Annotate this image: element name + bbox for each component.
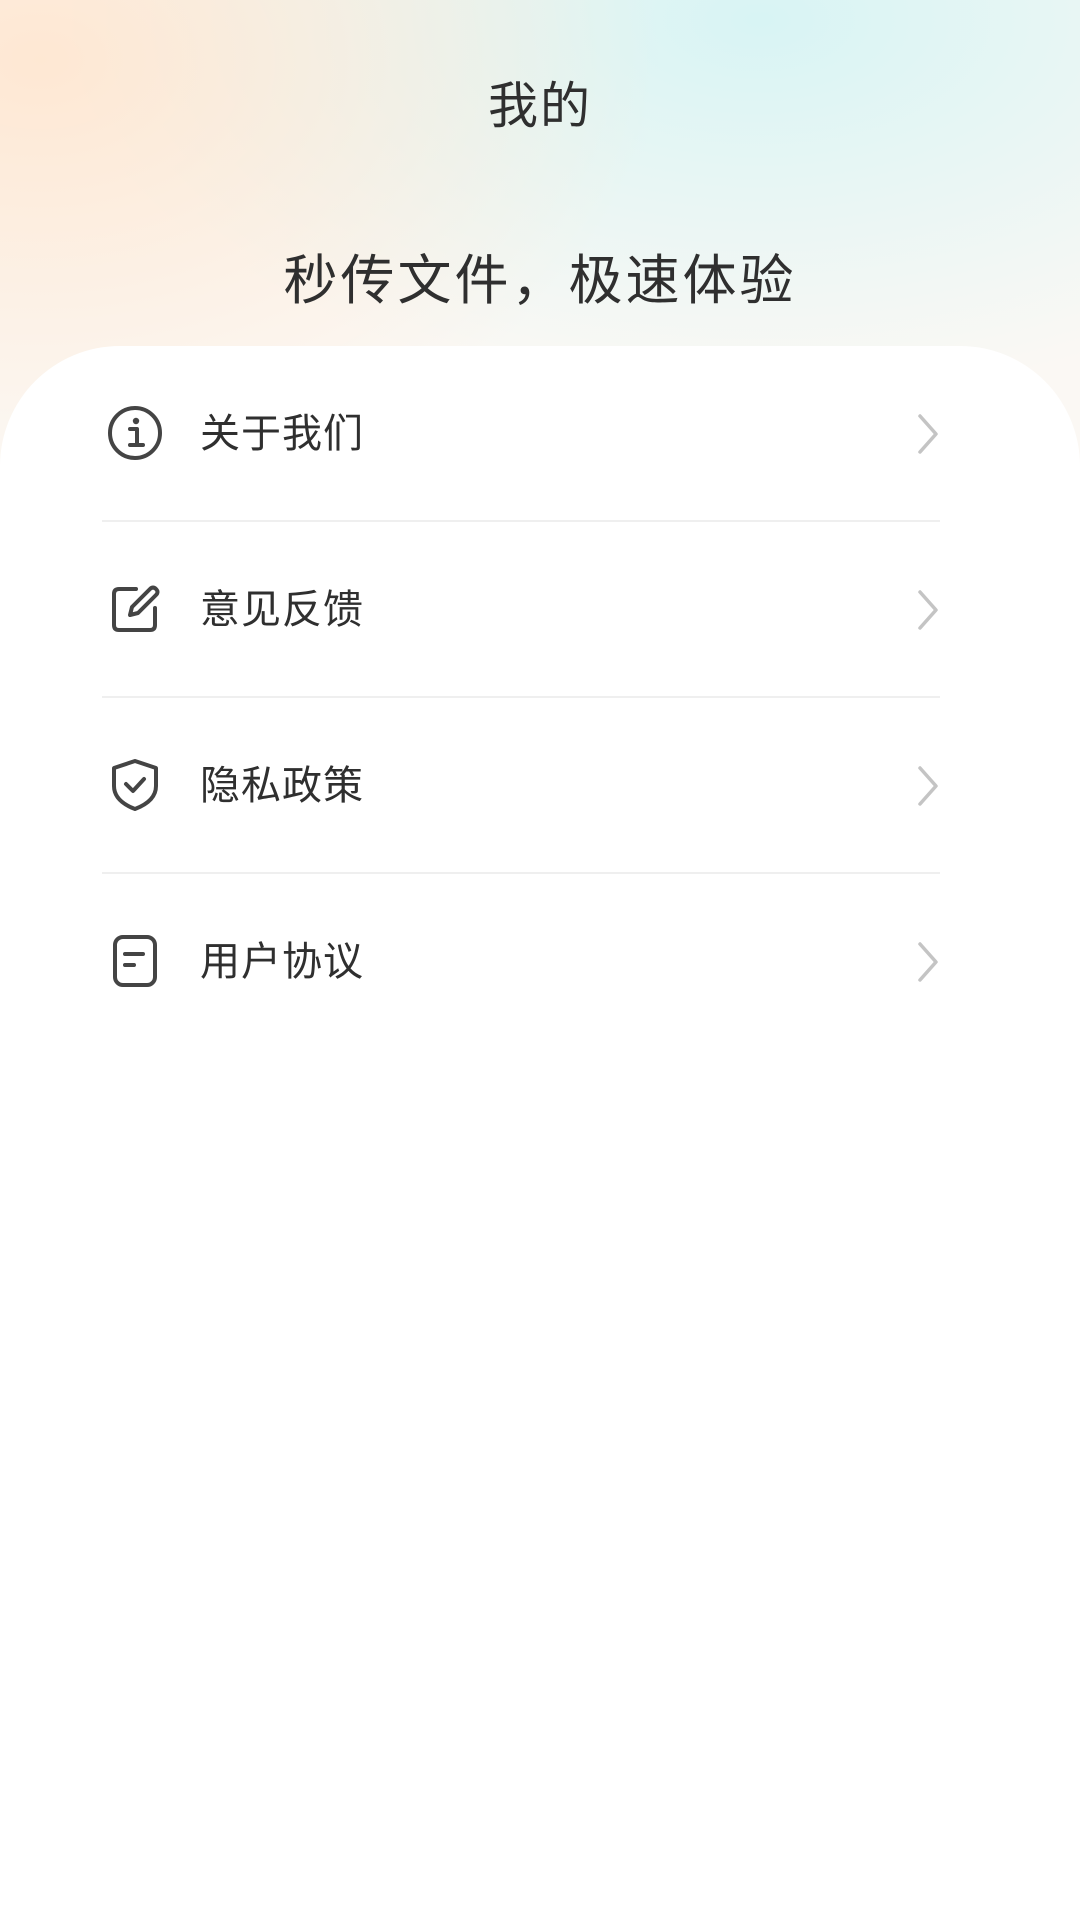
info-icon xyxy=(106,404,164,462)
menu-item-label: 意见反馈 xyxy=(200,587,364,633)
menu-item-about-us[interactable]: 关于我们 xyxy=(102,346,940,522)
shield-check-icon xyxy=(106,756,164,814)
document-icon xyxy=(106,932,164,990)
profile-screen: 我的 秒传文件，极速体验 关于我们 意见反馈 隐私政策 用户协议 xyxy=(0,0,1080,1920)
menu-item-privacy-policy[interactable]: 隐私政策 xyxy=(102,698,940,874)
menu-item-label: 隐私政策 xyxy=(200,763,364,809)
chevron-right-icon xyxy=(916,940,940,984)
menu-item-label: 关于我们 xyxy=(200,411,364,457)
menu-item-user-agreement[interactable]: 用户协议 xyxy=(102,874,940,1050)
edit-icon xyxy=(106,580,164,638)
menu-card: 关于我们 意见反馈 隐私政策 用户协议 xyxy=(0,346,1080,1920)
slogan: 秒传文件，极速体验 xyxy=(283,249,797,312)
menu-list: 关于我们 意见反馈 隐私政策 用户协议 xyxy=(102,346,940,1050)
chevron-right-icon xyxy=(916,764,940,808)
menu-item-label: 用户协议 xyxy=(200,939,364,985)
chevron-right-icon xyxy=(916,412,940,456)
menu-item-feedback[interactable]: 意见反馈 xyxy=(102,522,940,698)
page-title: 我的 xyxy=(488,77,592,135)
chevron-right-icon xyxy=(916,588,940,632)
